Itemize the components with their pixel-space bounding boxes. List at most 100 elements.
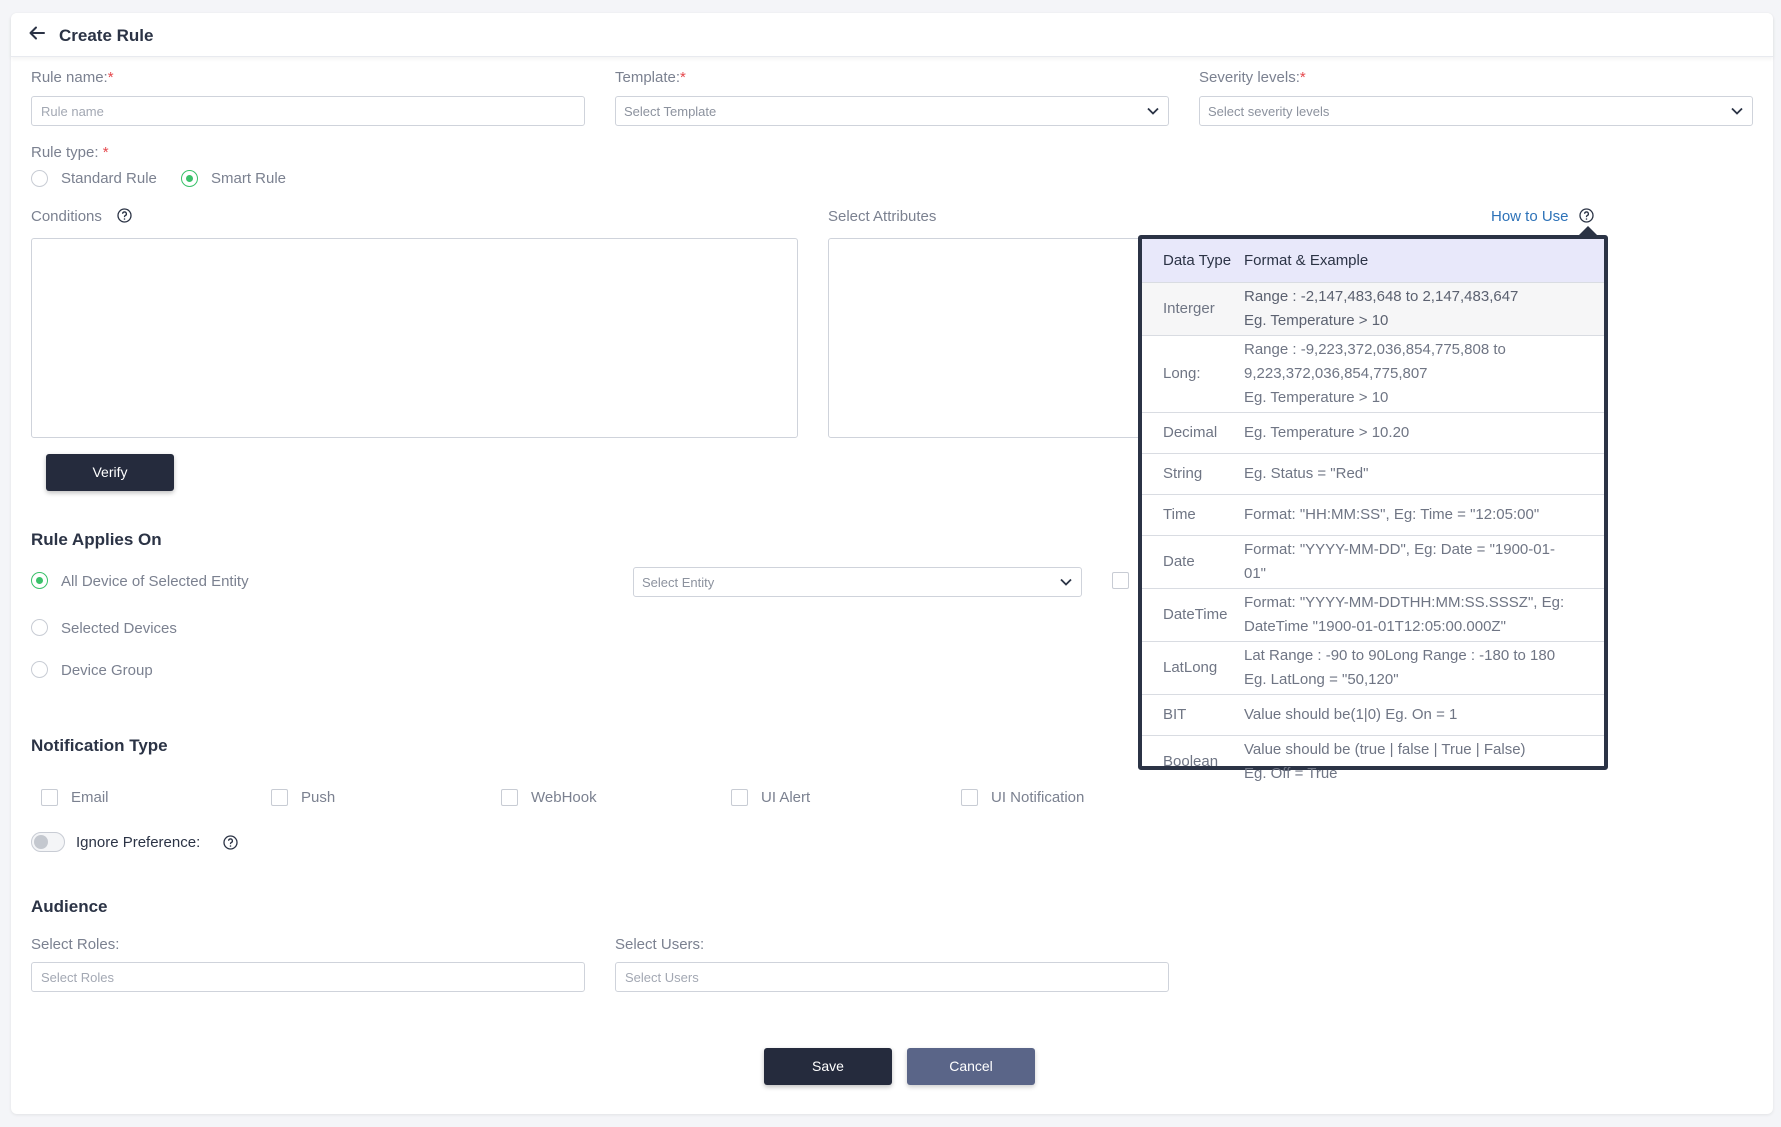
- ui-alert-checkbox[interactable]: [731, 789, 748, 806]
- ignore-preference-label: Ignore Preference:: [76, 834, 201, 851]
- smart-rule-label[interactable]: Smart Rule: [211, 170, 286, 187]
- ui-alert-label[interactable]: UI Alert: [761, 789, 810, 806]
- template-select-value: Select Template: [624, 104, 717, 119]
- help-icon[interactable]: [1579, 208, 1594, 223]
- data-type-cell: Date: [1142, 534, 1244, 588]
- device-group-radio[interactable]: [31, 661, 48, 678]
- help-icon[interactable]: [223, 835, 238, 850]
- header-format-example: Format & Example: [1244, 239, 1604, 282]
- format-example-cell: Range : -2,147,483,648 to 2,147,483,647 E…: [1244, 281, 1604, 335]
- rule-name-input[interactable]: [31, 96, 585, 126]
- format-line: 01": [1244, 564, 1267, 582]
- chevron-down-icon: [1147, 107, 1159, 115]
- format-line: Eg. LatLong = "50,120": [1244, 670, 1399, 688]
- chevron-down-icon: [1731, 107, 1743, 115]
- verify-button[interactable]: Verify: [46, 454, 174, 491]
- entity-select[interactable]: Select Entity: [633, 567, 1082, 597]
- attributes-list[interactable]: [828, 238, 1148, 438]
- selected-devices-label[interactable]: Selected Devices: [61, 620, 177, 637]
- cancel-button[interactable]: Cancel: [907, 1048, 1035, 1085]
- table-row: BIT Value should be(1|0) Eg. On = 1: [1142, 693, 1604, 735]
- table-row: DateTime Format: "YYYY-MM-DDTHH:MM:SS.SSS…: [1142, 587, 1604, 641]
- select-users-label: Select Users:: [615, 936, 705, 953]
- select-roles-input[interactable]: [31, 962, 585, 992]
- format-line: Eg. Status = "Red": [1244, 464, 1369, 482]
- format-line: Range : -2,147,483,648 to 2,147,483,647: [1244, 287, 1519, 305]
- back-arrow-icon[interactable]: [28, 24, 46, 42]
- table-row: Date Format: "YYYY-MM-DD", Eg: Date = "19…: [1142, 534, 1604, 588]
- rule-applies-title: Rule Applies On: [31, 530, 162, 549]
- format-line: Lat Range : -90 to 90Long Range : -180 t…: [1244, 646, 1556, 664]
- severity-select-value: Select severity levels: [1208, 104, 1330, 119]
- rule-type-label: Rule type: *: [31, 144, 109, 161]
- header-data-type: Data Type: [1142, 239, 1244, 282]
- how-to-use-popover: Data Type Format & Example Interger Range…: [1138, 235, 1608, 788]
- select-users-input[interactable]: [615, 962, 1169, 992]
- how-to-use-link[interactable]: How to Use: [1491, 208, 1569, 225]
- table-row: String Eg. Status = "Red": [1142, 452, 1604, 494]
- push-label[interactable]: Push: [301, 789, 335, 806]
- template-select[interactable]: Select Template: [615, 96, 1169, 126]
- format-line: Eg. Temperature > 10.20: [1244, 423, 1410, 441]
- standard-rule-radio[interactable]: [31, 170, 48, 187]
- email-checkbox[interactable]: [41, 789, 58, 806]
- format-line: Format: "YYYY-MM-DD", Eg: Date = "1900-0…: [1244, 540, 1555, 558]
- format-line: Value should be(1|0) Eg. On = 1: [1244, 705, 1458, 723]
- format-line: Eg. Off = True: [1244, 764, 1338, 782]
- format-example-cell: Format: "YYYY-MM-DD", Eg: Date = "1900-0…: [1244, 534, 1604, 588]
- table-row: Boolean Value should be (true | false | T…: [1142, 734, 1604, 788]
- severity-select[interactable]: Select severity levels: [1199, 96, 1753, 126]
- data-type-cell: LatLong: [1142, 640, 1244, 694]
- format-line: Value should be (true | false | True | F…: [1244, 740, 1526, 758]
- page-header: [11, 13, 1773, 57]
- webhook-checkbox[interactable]: [501, 789, 518, 806]
- ui-notification-label[interactable]: UI Notification: [991, 789, 1084, 806]
- format-line: Eg. Temperature > 10: [1244, 388, 1389, 406]
- ui-notification-checkbox[interactable]: [961, 789, 978, 806]
- table-row: Long: Range : -9,223,372,036,854,775,808 …: [1142, 334, 1604, 412]
- format-example-cell: Range : -9,223,372,036,854,775,808 to 9,2…: [1244, 334, 1604, 412]
- audience-title: Audience: [31, 897, 108, 916]
- smart-rule-radio[interactable]: [181, 170, 198, 187]
- webhook-label[interactable]: WebHook: [531, 789, 597, 806]
- format-line: Eg. Temperature > 10: [1244, 311, 1389, 329]
- data-type-cell: String: [1142, 452, 1244, 494]
- data-type-cell: DateTime: [1142, 587, 1244, 641]
- data-type-cell: BIT: [1142, 693, 1244, 735]
- chevron-down-icon: [1060, 578, 1072, 586]
- data-type-cell: Long:: [1142, 334, 1244, 412]
- format-line: Format: "HH:MM:SS", Eg: Time = "12:05:00…: [1244, 505, 1540, 523]
- help-icon[interactable]: [117, 208, 132, 223]
- data-type-cell: Decimal: [1142, 411, 1244, 453]
- selected-devices-radio[interactable]: [31, 619, 48, 636]
- email-label[interactable]: Email: [71, 789, 109, 806]
- device-group-label[interactable]: Device Group: [61, 662, 153, 679]
- ignore-preference-toggle[interactable]: [31, 832, 65, 852]
- all-devices-radio[interactable]: [31, 572, 48, 589]
- format-line: DateTime "1900-01-01T12:05:00.000Z": [1244, 617, 1506, 635]
- push-checkbox[interactable]: [271, 789, 288, 806]
- all-devices-label[interactable]: All Device of Selected Entity: [61, 573, 249, 590]
- format-line: Format: "YYYY-MM-DDTHH:MM:SS.SSSZ", Eg:: [1244, 593, 1565, 611]
- standard-rule-label[interactable]: Standard Rule: [61, 170, 157, 187]
- save-button[interactable]: Save: [764, 1048, 892, 1085]
- format-example-cell: Value should be (true | false | True | F…: [1244, 734, 1604, 788]
- entity-checkbox[interactable]: [1112, 572, 1129, 589]
- rule-name-label: Rule name:*: [31, 69, 114, 86]
- format-example-cell: Eg. Temperature > 10.20: [1244, 411, 1604, 453]
- format-example-cell: Format: "YYYY-MM-DDTHH:MM:SS.SSSZ", Eg: D…: [1244, 587, 1604, 641]
- format-example-cell: Lat Range : -90 to 90Long Range : -180 t…: [1244, 640, 1604, 694]
- select-roles-label: Select Roles:: [31, 936, 120, 953]
- conditions-textarea[interactable]: [31, 238, 798, 438]
- table-row: Interger Range : -2,147,483,648 to 2,147,…: [1142, 281, 1604, 335]
- conditions-label: Conditions: [31, 208, 102, 225]
- format-example-cell: Eg. Status = "Red": [1244, 452, 1604, 494]
- table-row: Decimal Eg. Temperature > 10.20: [1142, 411, 1604, 453]
- notification-type-title: Notification Type: [31, 736, 168, 755]
- data-type-cell: Time: [1142, 493, 1244, 535]
- format-example-cell: Format: "HH:MM:SS", Eg: Time = "12:05:00…: [1244, 493, 1604, 535]
- format-line: Range : -9,223,372,036,854,775,808 to: [1244, 340, 1506, 358]
- data-type-cell: Interger: [1142, 281, 1244, 335]
- format-line: 9,223,372,036,854,775,807: [1244, 364, 1428, 382]
- select-attributes-label: Select Attributes: [828, 208, 937, 225]
